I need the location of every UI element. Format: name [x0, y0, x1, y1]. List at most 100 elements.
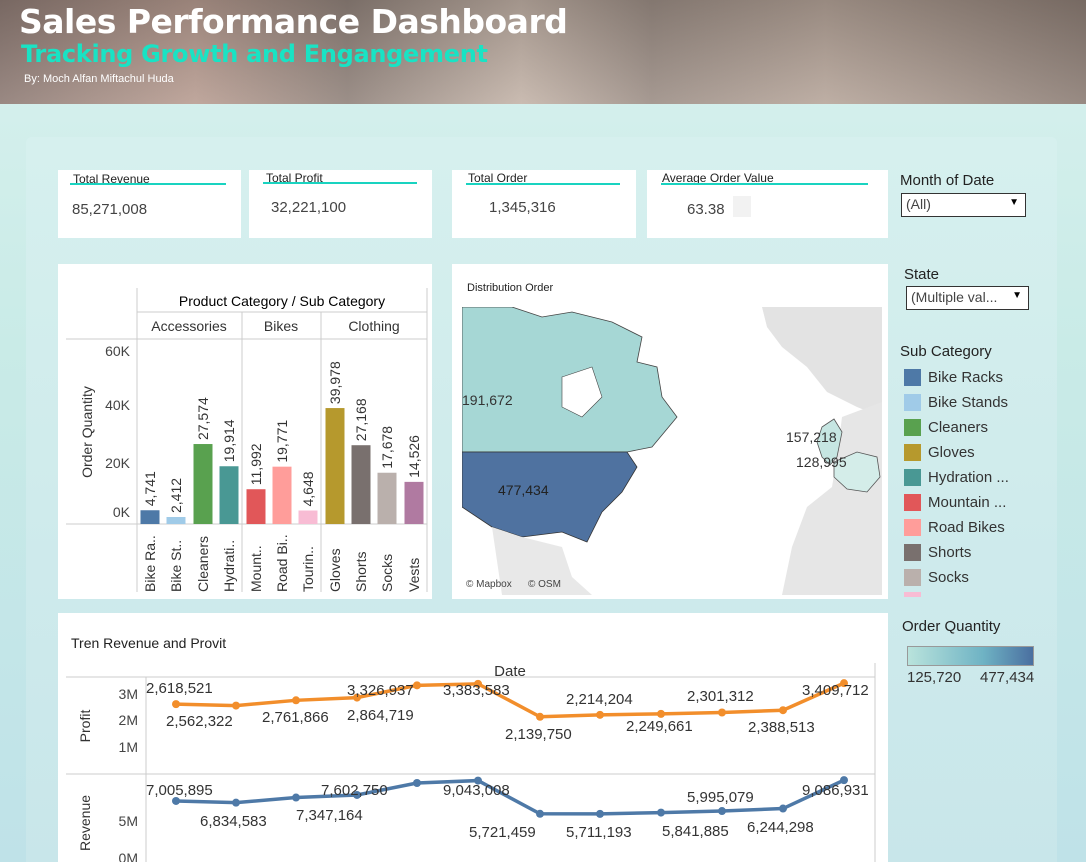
bar[interactable] [219, 466, 239, 524]
profit-point[interactable] [536, 712, 544, 721]
revenue-point[interactable] [536, 809, 544, 818]
header-banner: Sales Performance Dashboard Tracking Gro… [0, 0, 1086, 104]
revenue-data-label: 7,602,750 [321, 782, 388, 799]
bar-value-label: 27,574 [195, 397, 211, 440]
profit-point[interactable] [172, 700, 180, 709]
kpi-divider [466, 183, 620, 185]
map-attribution-mapbox[interactable]: © Mapbox [466, 579, 512, 590]
map-title: Distribution Order [467, 282, 554, 294]
profit-point[interactable] [232, 701, 240, 710]
category-tick-label: Mount.. [248, 545, 264, 592]
revenue-point[interactable] [232, 798, 240, 807]
category-tick-label: Tourin.. [300, 546, 316, 592]
revenue-axis-label: Revenue [77, 795, 93, 851]
revenue-point[interactable] [779, 804, 787, 813]
revenue-point[interactable] [596, 809, 604, 818]
revenue-point[interactable] [292, 793, 300, 802]
line-chart-card: Tren Revenue and Provit Date Profit Reve… [58, 613, 888, 862]
y-tick: 3M [119, 686, 138, 702]
y-tick: 20K [105, 455, 131, 471]
y-tick: 1M [119, 739, 138, 755]
bar[interactable] [377, 472, 397, 524]
y-tick: 5M [119, 813, 138, 829]
bar-chart-card: Product Category / Sub Category Accessor… [58, 264, 432, 599]
y-tick: 40K [105, 397, 131, 413]
profit-point[interactable] [292, 696, 300, 705]
revenue-data-label: 9,043,008 [443, 782, 510, 799]
category-tick-label: Socks [379, 554, 395, 592]
month-filter-dropdown[interactable]: (All) ▼ [901, 193, 1026, 217]
state-filter-dropdown[interactable]: (Multiple val... ▼ [906, 286, 1029, 310]
bar[interactable] [140, 510, 160, 524]
revenue-data-label: 5,841,885 [662, 823, 729, 840]
bar[interactable] [246, 489, 266, 524]
dashboard-title: Sales Performance Dashboard [19, 2, 568, 41]
revenue-data-label: 5,721,459 [469, 824, 536, 841]
profit-data-label: 2,618,521 [146, 680, 213, 697]
bar[interactable] [325, 408, 345, 524]
kpi-value: 63.38 [687, 201, 725, 218]
profit-point[interactable] [718, 708, 726, 717]
distribution-map[interactable]: 191,672 477,434 157,218 128,995 © Mapbox… [462, 307, 882, 595]
revenue-data-label: 9,086,931 [802, 782, 869, 799]
revenue-data-label: 5,995,079 [687, 789, 754, 806]
group-label[interactable]: Clothing [348, 318, 399, 334]
revenue-point[interactable] [657, 808, 665, 817]
revenue-data-label: 6,244,298 [747, 819, 814, 836]
bar-value-label: 19,914 [221, 419, 237, 462]
bar-value-label: 27,168 [353, 398, 369, 441]
profit-point[interactable] [596, 710, 604, 719]
profit-point[interactable] [413, 681, 421, 690]
kpi-card-order[interactable]: Total Order 1,345,316 [452, 170, 636, 238]
order-quantity-legend-title: Order Quantity [902, 618, 1001, 635]
profit-data-label: 3,409,712 [802, 682, 869, 699]
author-credit: By: Moch Alfan Miftachul Huda [24, 73, 174, 85]
map-label-usa: 477,434 [498, 482, 549, 498]
bar-value-label: 2,412 [168, 478, 184, 513]
month-filter-value: (All) [906, 196, 931, 212]
profit-point[interactable] [779, 706, 787, 715]
bar-value-label: 4,648 [300, 471, 316, 506]
category-tick-label: Bike St.. [168, 540, 184, 592]
kpi-sparkline-placeholder [733, 196, 751, 217]
profit-data-label: 3,383,583 [443, 682, 510, 699]
kpi-card-aov[interactable]: Average Order Value 63.38 [647, 170, 888, 238]
map-attribution-osm[interactable]: © OSM [528, 579, 561, 590]
profit-data-label: 2,562,322 [166, 713, 233, 730]
kpi-divider [661, 183, 868, 185]
chevron-down-icon: ▼ [1012, 290, 1022, 301]
bar[interactable] [166, 517, 186, 524]
revenue-data-label: 5,711,193 [566, 824, 632, 841]
kpi-card-profit[interactable]: Total Profit 32,221,100 [249, 170, 432, 238]
bar[interactable] [272, 466, 292, 524]
category-tick-label: Road Bi.. [274, 534, 290, 592]
group-label[interactable]: Bikes [264, 318, 298, 334]
profit-point[interactable] [657, 709, 665, 718]
map-label-uk: 157,218 [786, 429, 837, 445]
profit-data-label: 2,864,719 [347, 707, 414, 724]
bar-value-label: 11,992 [248, 443, 264, 485]
y-axis-label: Order Quantity [79, 386, 95, 478]
kpi-card-revenue[interactable]: Total Revenue 85,271,008 [58, 170, 241, 238]
profit-data-label: 2,388,513 [748, 719, 815, 736]
kpi-divider [263, 182, 417, 184]
map-card: Distribution Order 191,672 477,434 157,2… [452, 264, 888, 599]
bar[interactable] [193, 444, 213, 524]
revenue-point[interactable] [718, 807, 726, 816]
month-filter-label: Month of Date [900, 172, 995, 189]
profit-data-label: 2,301,312 [687, 688, 754, 705]
profit-data-label: 2,139,750 [505, 726, 572, 743]
revenue-data-label: 7,005,895 [146, 782, 213, 799]
bar[interactable] [298, 510, 318, 524]
group-label[interactable]: Accessories [151, 318, 226, 334]
order-quantity-gradient [907, 646, 1034, 666]
map-label-canada: 191,672 [462, 392, 513, 408]
bar[interactable] [351, 445, 371, 524]
category-tick-label: Cleaners [195, 536, 211, 592]
profit-axis-label: Profit [77, 710, 93, 743]
profit-data-label: 2,214,204 [566, 691, 633, 708]
revenue-data-label: 7,347,164 [296, 807, 363, 824]
map-label-europe: 128,995 [796, 454, 847, 470]
revenue-point[interactable] [413, 779, 421, 787]
bar[interactable] [404, 481, 424, 524]
